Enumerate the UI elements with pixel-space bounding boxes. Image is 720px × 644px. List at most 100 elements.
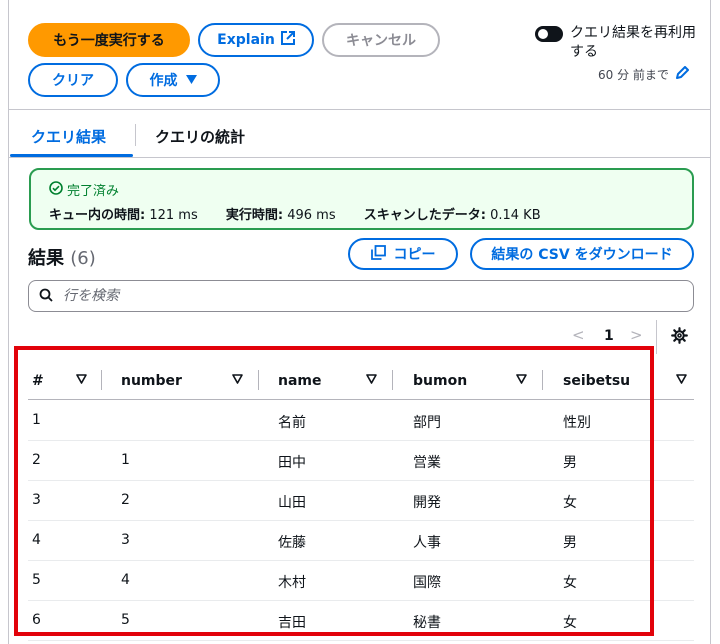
table-cell-index: 5 bbox=[32, 572, 41, 588]
search-icon bbox=[39, 287, 53, 306]
tabs-divider bbox=[8, 157, 711, 158]
table-cell-bumon: 開発 bbox=[413, 495, 441, 511]
scanned-data-label: スキャンしたデータ: bbox=[363, 208, 486, 223]
query-metrics: キュー内の時間: 121 ms 実行時間: 496 ms スキャンしたデータ: … bbox=[49, 204, 541, 223]
table-cell-number: 1 bbox=[121, 452, 130, 468]
table-cell-index: 6 bbox=[32, 612, 41, 628]
copy-icon bbox=[370, 244, 386, 264]
edit-icon[interactable] bbox=[675, 66, 689, 83]
column-resizer[interactable] bbox=[258, 370, 259, 390]
column-resizer[interactable] bbox=[392, 370, 393, 390]
results-count: (6) bbox=[70, 248, 96, 269]
column-header-name[interactable]: name bbox=[278, 373, 322, 389]
sort-icon[interactable] bbox=[366, 374, 377, 387]
column-header-bumon[interactable]: bumon bbox=[413, 373, 467, 389]
table-cell-name: 吉田 bbox=[278, 615, 306, 631]
prev-page-button[interactable]: < bbox=[572, 326, 585, 344]
column-resizer[interactable] bbox=[542, 370, 543, 390]
table-cell-bumon: 人事 bbox=[413, 535, 441, 551]
table-cell-bumon: 国際 bbox=[413, 575, 441, 591]
table-row[interactable]: 1 名前 部門 性別 bbox=[28, 400, 694, 441]
exec-time-label: 実行時間: bbox=[225, 208, 284, 223]
create-dropdown-button[interactable]: 作成 bbox=[126, 63, 220, 97]
download-csv-label: 結果の CSV をダウンロード bbox=[491, 247, 673, 263]
scanned-data-value: 0.14 KB bbox=[490, 208, 541, 223]
table-cell-bumon: 秘書 bbox=[413, 615, 441, 631]
sort-icon[interactable] bbox=[516, 374, 527, 387]
copy-label: コピー bbox=[393, 247, 436, 263]
table-row[interactable]: 6 5 吉田 秘書 女 bbox=[28, 600, 694, 641]
table-row[interactable]: 3 2 山田 開発 女 bbox=[28, 480, 694, 521]
status-line: 完了済み bbox=[49, 180, 119, 199]
reuse-results-toggle[interactable] bbox=[535, 26, 563, 42]
table-cell-bumon: 営業 bbox=[413, 455, 441, 471]
table-cell-seibetsu: 女 bbox=[563, 615, 577, 631]
sort-icon[interactable] bbox=[76, 374, 87, 387]
column-header-number[interactable]: number bbox=[121, 373, 182, 389]
sort-icon[interactable] bbox=[676, 374, 687, 387]
table-row[interactable]: 5 4 木村 国際 女 bbox=[28, 560, 694, 601]
table-cell-seibetsu: 男 bbox=[563, 455, 577, 471]
table-cell-number: 4 bbox=[121, 572, 130, 588]
clear-label: クリア bbox=[52, 73, 94, 89]
external-link-icon bbox=[280, 31, 295, 49]
table-cell-name: 名前 bbox=[278, 415, 306, 431]
table-row[interactable]: 2 1 田中 営業 男 bbox=[28, 440, 694, 481]
next-page-button[interactable]: > bbox=[630, 326, 643, 344]
explain-button[interactable]: Explain bbox=[198, 23, 314, 57]
queue-time-label: キュー内の時間: bbox=[49, 208, 146, 223]
column-resizer[interactable] bbox=[101, 370, 102, 390]
tab-query-results[interactable]: クエリ結果 bbox=[31, 126, 106, 147]
tab-separator bbox=[135, 124, 136, 146]
gear-icon[interactable] bbox=[671, 327, 688, 348]
table-cell-bumon: 部門 bbox=[413, 415, 441, 431]
create-label: 作成 bbox=[149, 73, 178, 89]
cancel-label: キャンセル bbox=[346, 33, 416, 49]
column-header-index[interactable]: # bbox=[32, 373, 44, 389]
column-header-seibetsu[interactable]: seibetsu bbox=[563, 373, 630, 389]
toggle-knob bbox=[538, 29, 548, 39]
table-cell-seibetsu: 女 bbox=[563, 575, 577, 591]
rerun-label: もう一度実行する bbox=[53, 33, 165, 49]
exec-time-value: 496 ms bbox=[287, 208, 336, 223]
table-cell-index: 1 bbox=[32, 412, 41, 428]
check-circle-icon bbox=[49, 180, 63, 199]
reuse-duration: 60 分 前まで bbox=[598, 66, 689, 83]
panel-border-right bbox=[710, 0, 711, 644]
current-page-number[interactable]: 1 bbox=[604, 328, 614, 344]
download-csv-button[interactable]: 結果の CSV をダウンロード bbox=[470, 238, 694, 270]
table-cell-index: 4 bbox=[32, 532, 41, 548]
search-input[interactable] bbox=[61, 287, 665, 305]
tab-query-stats[interactable]: クエリの統計 bbox=[155, 126, 245, 147]
panel-border-left bbox=[8, 0, 9, 644]
results-title: 結果 bbox=[28, 248, 64, 269]
table-cell-index: 2 bbox=[32, 452, 41, 468]
queue-time-value: 121 ms bbox=[149, 208, 198, 223]
copy-button[interactable]: コピー bbox=[348, 238, 458, 270]
clear-button[interactable]: クリア bbox=[28, 63, 118, 97]
table-row[interactable]: 4 3 佐藤 人事 男 bbox=[28, 520, 694, 561]
sort-icon[interactable] bbox=[232, 374, 243, 387]
rerun-button[interactable]: もう一度実行する bbox=[28, 23, 190, 57]
reuse-duration-text: 60 分 前まで bbox=[598, 68, 669, 82]
table-cell-index: 3 bbox=[32, 492, 41, 508]
explain-label: Explain bbox=[217, 32, 275, 48]
table-cell-name: 木村 bbox=[278, 575, 306, 591]
table-cell-number: 2 bbox=[121, 492, 130, 508]
results-heading: 結果 (6) bbox=[28, 244, 96, 270]
table-cell-number: 3 bbox=[121, 532, 130, 548]
pager-separator bbox=[656, 320, 657, 354]
row-search[interactable] bbox=[28, 280, 694, 312]
reuse-results-label: クエリ結果を再利用する bbox=[570, 25, 696, 60]
status-text: 完了済み bbox=[67, 184, 120, 199]
toolbar-divider bbox=[8, 109, 711, 110]
cancel-button[interactable]: キャンセル bbox=[322, 23, 440, 57]
table-cell-number: 5 bbox=[121, 612, 130, 628]
caret-down-icon bbox=[185, 72, 197, 88]
table-cell-name: 田中 bbox=[278, 455, 306, 471]
table-cell-seibetsu: 性別 bbox=[563, 415, 591, 431]
table-cell-seibetsu: 女 bbox=[563, 495, 577, 511]
table-cell-seibetsu: 男 bbox=[563, 535, 577, 551]
table-cell-name: 山田 bbox=[278, 495, 306, 511]
table-cell-name: 佐藤 bbox=[278, 535, 306, 551]
